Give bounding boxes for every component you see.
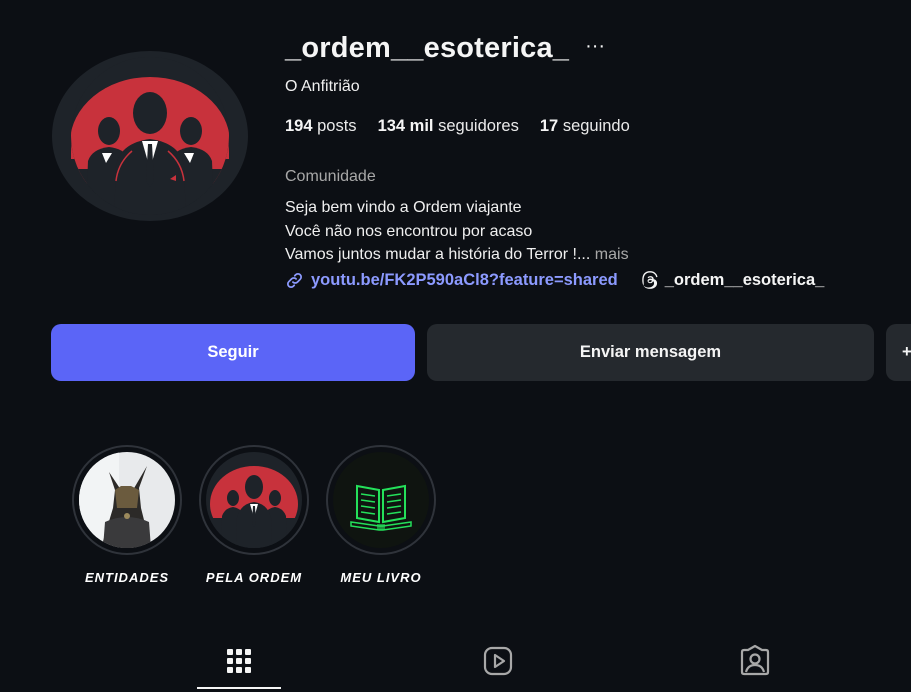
external-link[interactable]: youtu.be/FK2P590aCl8?feature=shared <box>311 271 618 290</box>
bio-more-link[interactable]: mais <box>595 246 629 263</box>
threads-handle: _ordem__esoterica_ <box>664 270 825 289</box>
highlight-ring <box>72 445 182 555</box>
followers-count: 134 mil <box>377 117 434 135</box>
highlight-pela-ordem[interactable]: PELA ORDEM <box>198 445 310 585</box>
followers-stat[interactable]: 134 mil seguidores <box>378 117 519 136</box>
followers-label: seguidores <box>438 117 519 135</box>
open-book-icon <box>333 452 429 548</box>
profile-tabs <box>0 630 911 692</box>
highlight-ring <box>199 445 309 555</box>
send-message-button[interactable]: Enviar mensagem <box>427 324 874 381</box>
order-logo-icon <box>71 57 229 215</box>
highlight-cover <box>79 452 175 548</box>
following-label: seguindo <box>562 117 630 135</box>
tab-reels[interactable] <box>481 644 515 678</box>
highlight-entidades[interactable]: ENTIDADES <box>71 445 183 585</box>
bio-line-truncated: Vamos juntos mudar a história do Terror … <box>285 243 629 267</box>
posts-stat[interactable]: 194 posts <box>285 117 357 136</box>
highlight-label: ENTIDADES <box>84 570 170 585</box>
bio-line: Seja bem vindo a Ordem viajante <box>285 199 522 216</box>
bio-line: Vamos juntos mudar a história do Terror … <box>285 246 591 263</box>
active-tab-indicator <box>197 687 281 689</box>
tagged-icon <box>740 644 770 676</box>
tab-tagged[interactable] <box>738 644 772 678</box>
profile-stats: 194 posts 134 mil seguidores 17 seguindo <box>285 117 651 136</box>
profile-category: Comunidade <box>285 168 376 185</box>
highlight-label: PELA ORDEM <box>205 570 303 585</box>
profile-links: youtu.be/FK2P590aCl8?feature=shared _ord… <box>285 270 824 290</box>
reels-icon <box>483 646 513 676</box>
profile-page: _ordem__esoterica_ ··· O Anfitrião 194 p… <box>0 0 911 692</box>
posts-label: posts <box>317 117 357 135</box>
tab-posts[interactable] <box>222 644 256 678</box>
username: _ordem__esoterica_ <box>285 32 570 64</box>
highlight-cover <box>206 452 302 548</box>
bio-line: Você não nos encontrou por acaso <box>285 222 533 240</box>
grid-icon <box>227 649 251 673</box>
threads-link[interactable]: _ordem__esoterica_ <box>640 270 825 290</box>
threads-icon <box>641 271 658 289</box>
full-name: O Anfitrião <box>285 78 360 95</box>
highlight-meu-livro[interactable]: MEU LIVRO <box>325 445 437 585</box>
highlight-ring <box>326 445 436 555</box>
more-options-button[interactable]: ··· <box>585 36 605 56</box>
username-row: _ordem__esoterica_ ··· <box>285 32 605 65</box>
profile-avatar[interactable] <box>52 51 248 221</box>
posts-count: 194 <box>285 117 313 135</box>
profile-bio: Seja bem vindo a Ordem viajante Você não… <box>285 196 629 267</box>
highlight-cover <box>333 452 429 548</box>
horned-figure-icon <box>79 452 175 548</box>
order-logo-icon <box>206 452 302 548</box>
link-icon <box>287 272 302 288</box>
follow-button[interactable]: Seguir <box>51 324 415 381</box>
following-stat[interactable]: 17 seguindo <box>540 117 630 136</box>
suggested-accounts-button[interactable]: + <box>886 324 911 381</box>
highlight-label: MEU LIVRO <box>340 570 422 585</box>
following-count: 17 <box>539 117 559 135</box>
